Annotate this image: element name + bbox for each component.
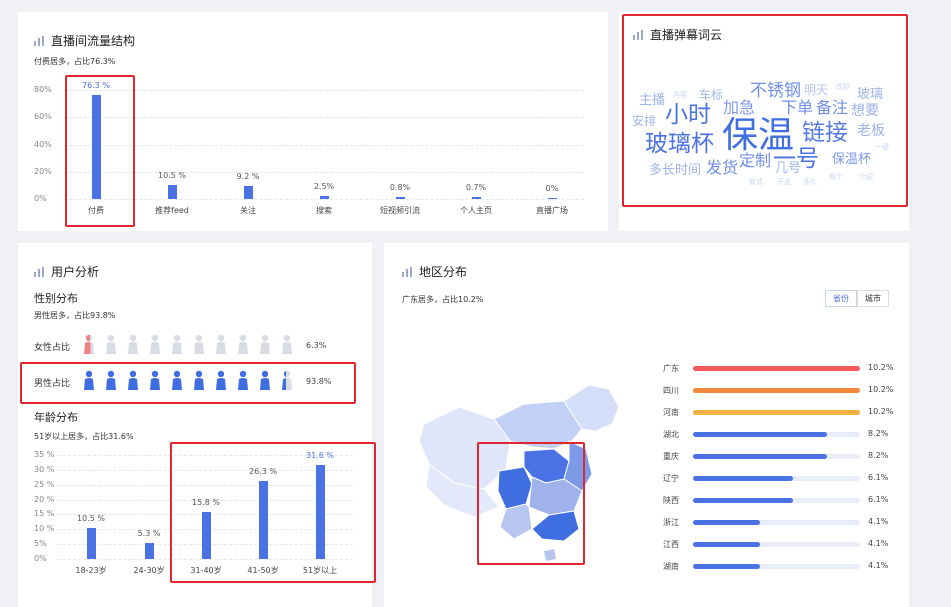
highlight-box-map — [477, 442, 585, 565]
region-label: 浙江 — [663, 518, 679, 527]
y-axis-tick-label: 0% — [34, 554, 47, 563]
x-axis-tick-label: 直播广场 — [536, 206, 568, 215]
y-axis-tick-label: 30 % — [34, 464, 55, 474]
data-label: 10.5 % — [77, 513, 105, 523]
y-axis-tick-label: 25 % — [34, 479, 55, 489]
y-axis-tick-label: 80% — [34, 85, 52, 94]
region-bar-track — [693, 366, 860, 371]
x-axis-tick-label: 关注 — [240, 206, 256, 215]
region-label: 江西 — [663, 540, 679, 549]
region-ranking: 广东 10.2% 四川 10.2% 河南 10.2% 湖北 8.2% 重庆 8.2% 辽宁 6.1% 陕… — [384, 243, 909, 607]
y-axis-tick-label: 0% — [34, 194, 47, 203]
region-value: 10.2% — [868, 363, 894, 372]
region-value: 8.2% — [868, 451, 889, 460]
region-value: 6.1% — [868, 473, 889, 482]
y-axis-tick-label: 35 % — [34, 450, 55, 459]
region-bar — [693, 410, 860, 415]
grid-line — [64, 144, 584, 146]
region-value: 6.1% — [868, 495, 889, 504]
grid-line — [64, 90, 584, 91]
bar — [86, 527, 96, 559]
y-axis-tick-label: 5% — [34, 539, 47, 549]
region-bar-track — [693, 476, 860, 481]
region-bar — [693, 388, 860, 393]
region-bar — [693, 564, 761, 569]
region-label: 河南 — [663, 408, 679, 417]
bar — [471, 197, 481, 199]
region-bar — [693, 542, 761, 547]
y-axis-tick-label: 15 % — [34, 509, 55, 519]
bar — [547, 198, 557, 199]
y-axis-tick-label: 20 % — [34, 494, 55, 504]
region-bar — [693, 520, 761, 525]
data-label: 9.2 % — [236, 172, 260, 182]
data-label: 0.7% — [465, 183, 487, 192]
region-value: 10.2% — [868, 407, 894, 416]
highlight-box-wordcloud — [622, 14, 908, 207]
y-axis-tick-label: 20% — [34, 166, 52, 176]
x-axis-tick-label: 短视频引流 — [380, 206, 420, 215]
region-value: 4.1% — [868, 539, 889, 548]
region-label: 湖南 — [663, 562, 679, 571]
y-axis-tick-label: 40% — [34, 139, 52, 149]
region-bar-track — [693, 520, 860, 525]
region-value: 8.2% — [868, 429, 889, 438]
highlight-box-male — [20, 362, 356, 404]
x-axis-tick-label: 推荐feed — [155, 206, 189, 215]
data-label: 10.5 % — [158, 170, 186, 180]
region-value: 4.1% — [868, 561, 889, 570]
region-value: 10.2% — [868, 385, 894, 394]
region-bar-track — [693, 454, 860, 459]
region-bar — [693, 432, 828, 437]
y-axis-tick-label: 60% — [34, 112, 52, 122]
region-bar-track — [693, 388, 860, 393]
grid-line — [64, 199, 584, 200]
bar — [243, 186, 253, 199]
x-axis-tick-label: 个人主页 — [460, 206, 492, 215]
x-axis-tick-label: 搜索 — [316, 206, 332, 215]
region-label: 广东 — [663, 364, 679, 373]
data-label: 0.8% — [389, 183, 411, 192]
region-value: 4.1% — [868, 517, 889, 526]
region-bar-track — [693, 410, 860, 415]
data-label: 2.5% — [313, 181, 335, 191]
region-bar — [693, 498, 793, 503]
data-label: 0% — [545, 184, 559, 193]
bar — [144, 543, 154, 559]
region-label: 四川 — [663, 386, 679, 395]
region-bar-track — [693, 564, 860, 569]
bar — [395, 197, 405, 199]
region-label: 陕西 — [663, 496, 679, 505]
bar — [167, 184, 177, 199]
bar — [319, 195, 329, 199]
region-label: 重庆 — [663, 452, 679, 461]
region-bar — [693, 366, 860, 371]
region-bar-track — [693, 498, 860, 503]
highlight-box-age — [170, 442, 376, 583]
highlight-box-paid — [65, 75, 135, 227]
region-label: 湖北 — [663, 430, 679, 439]
region-card: 地区分布 广东居多，占比10.2% 省份 城市 广东 10.2% 四川 10.2% 河南… — [384, 243, 909, 607]
grid-line — [64, 117, 584, 119]
region-label: 辽宁 — [663, 474, 679, 483]
region-bar — [693, 454, 828, 459]
region-bar-track — [693, 432, 860, 437]
region-bar — [693, 476, 793, 481]
y-axis-tick-label: 10 % — [34, 524, 55, 534]
region-bar-track — [693, 542, 860, 547]
